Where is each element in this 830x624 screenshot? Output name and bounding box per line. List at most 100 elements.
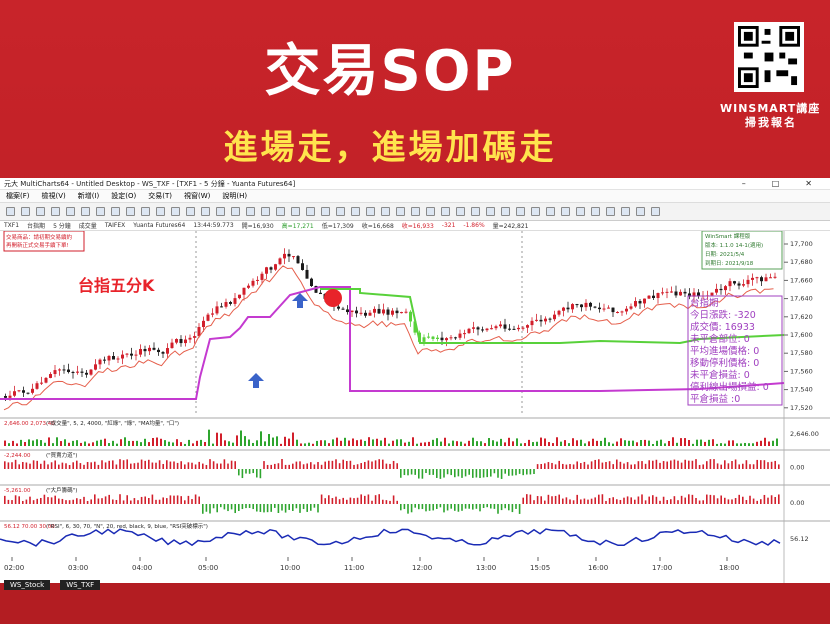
volume-bar (668, 440, 670, 446)
time-tick-label: 05:00 (198, 564, 218, 572)
toolbar-button[interactable] (186, 207, 195, 216)
menu-trade[interactable]: 交易(T) (148, 191, 172, 201)
toolbar-button[interactable] (231, 207, 240, 216)
power-bar (76, 460, 78, 469)
toolbar-button[interactable] (66, 207, 75, 216)
toolbar-button[interactable] (156, 207, 165, 216)
toolbar-button[interactable] (426, 207, 435, 216)
toolbar-button[interactable] (21, 207, 30, 216)
toolbar-button[interactable] (261, 207, 270, 216)
toolbar-button[interactable] (561, 207, 570, 216)
menu-view[interactable]: 檢視(V) (42, 191, 66, 201)
menu-insert[interactable]: 新增(I) (78, 191, 100, 201)
chip-bar (353, 498, 355, 504)
toolbar-button[interactable] (621, 207, 630, 216)
toolbar-button[interactable] (381, 207, 390, 216)
volume-bar (504, 442, 506, 446)
power-bar (680, 462, 683, 469)
volume-bar (460, 441, 462, 446)
toolbar-button[interactable] (546, 207, 555, 216)
toolbar-button[interactable] (246, 207, 255, 216)
volume-bar (232, 442, 234, 446)
toolbar-button[interactable] (591, 207, 600, 216)
chip-bar (18, 496, 20, 504)
toolbar-button[interactable] (276, 207, 285, 216)
power-bar (698, 464, 701, 469)
toolbar-button[interactable] (501, 207, 510, 216)
volume-bar (456, 441, 458, 446)
maximize-icon[interactable]: □ (772, 179, 780, 188)
symbol-code[interactable]: TXF1 (4, 222, 19, 229)
toolbar-button[interactable] (366, 207, 375, 216)
toolbar-button[interactable] (636, 207, 645, 216)
toolbar-button[interactable] (396, 207, 405, 216)
toolbar-button[interactable] (201, 207, 210, 216)
menu-window[interactable]: 視窗(W) (184, 191, 210, 201)
volume-bar (444, 437, 446, 446)
chip-bar (731, 499, 733, 504)
volume-bar (60, 441, 62, 446)
power-bar (259, 469, 262, 479)
power-bar (461, 469, 463, 478)
power-bar (295, 461, 298, 469)
power-bar (227, 463, 229, 469)
menu-file[interactable]: 檔案(F) (6, 191, 30, 201)
volume-bar (620, 438, 622, 446)
toolbar-button[interactable] (651, 207, 660, 216)
toolbar-button[interactable] (486, 207, 495, 216)
toolbar-button[interactable] (606, 207, 615, 216)
chip-bar (367, 494, 370, 504)
toolbar-button[interactable] (531, 207, 540, 216)
power-bar (486, 469, 488, 478)
toolbar-button[interactable] (96, 207, 105, 216)
volume-bar (472, 437, 474, 446)
price-tick-label: 17,540 (790, 386, 813, 394)
volume-bar (776, 438, 778, 446)
candle-body (215, 306, 219, 314)
close-icon[interactable]: ✕ (805, 179, 812, 188)
minimize-icon[interactable]: – (742, 179, 746, 188)
volume-bar (540, 437, 542, 446)
toolbar-button[interactable] (111, 207, 120, 216)
candle-body (148, 347, 151, 352)
candle-body (571, 304, 574, 310)
toolbar-button[interactable] (306, 207, 315, 216)
interval[interactable]: 5 分鐘 (53, 221, 71, 230)
power-bar (378, 459, 380, 469)
toolbar-button[interactable] (171, 207, 180, 216)
chip-bar (439, 504, 442, 508)
toolbar-button[interactable] (36, 207, 45, 216)
toolbar-button[interactable] (411, 207, 420, 216)
toolbar-button[interactable] (456, 207, 465, 216)
toolbar-button[interactable] (516, 207, 525, 216)
toolbar-button[interactable] (351, 207, 360, 216)
toolbar-button[interactable] (441, 207, 450, 216)
volume-bar (532, 442, 534, 446)
toolbar-button[interactable] (336, 207, 345, 216)
menu-settings[interactable]: 設定(O) (111, 191, 136, 201)
tab-ws-txf[interactable]: WS_TXF (60, 580, 101, 590)
tab-ws-stock[interactable]: WS_Stock (4, 580, 51, 590)
toolbar-button[interactable] (51, 207, 60, 216)
qr-code[interactable] (734, 22, 804, 92)
power-bar (598, 459, 600, 469)
toolbar-button[interactable] (321, 207, 330, 216)
power-bar (119, 459, 121, 469)
toolbar-button[interactable] (576, 207, 585, 216)
power-bar (752, 464, 755, 469)
candle-body (499, 324, 502, 327)
toolbar-button[interactable] (81, 207, 90, 216)
power-bar (194, 464, 197, 469)
toolbar-button[interactable] (6, 207, 15, 216)
toolbar-button[interactable] (291, 207, 300, 216)
toolbar-button[interactable] (216, 207, 225, 216)
candle-body (422, 337, 426, 342)
candle-body (53, 370, 57, 375)
toolbar-button[interactable] (126, 207, 135, 216)
volume-bar (680, 438, 682, 446)
menu-help[interactable]: 說明(H) (222, 191, 247, 201)
toolbar-button[interactable] (141, 207, 150, 216)
toolbar-button[interactable] (471, 207, 480, 216)
brand-cta[interactable]: 掃我報名 (745, 114, 797, 130)
chip-bar (695, 497, 697, 504)
